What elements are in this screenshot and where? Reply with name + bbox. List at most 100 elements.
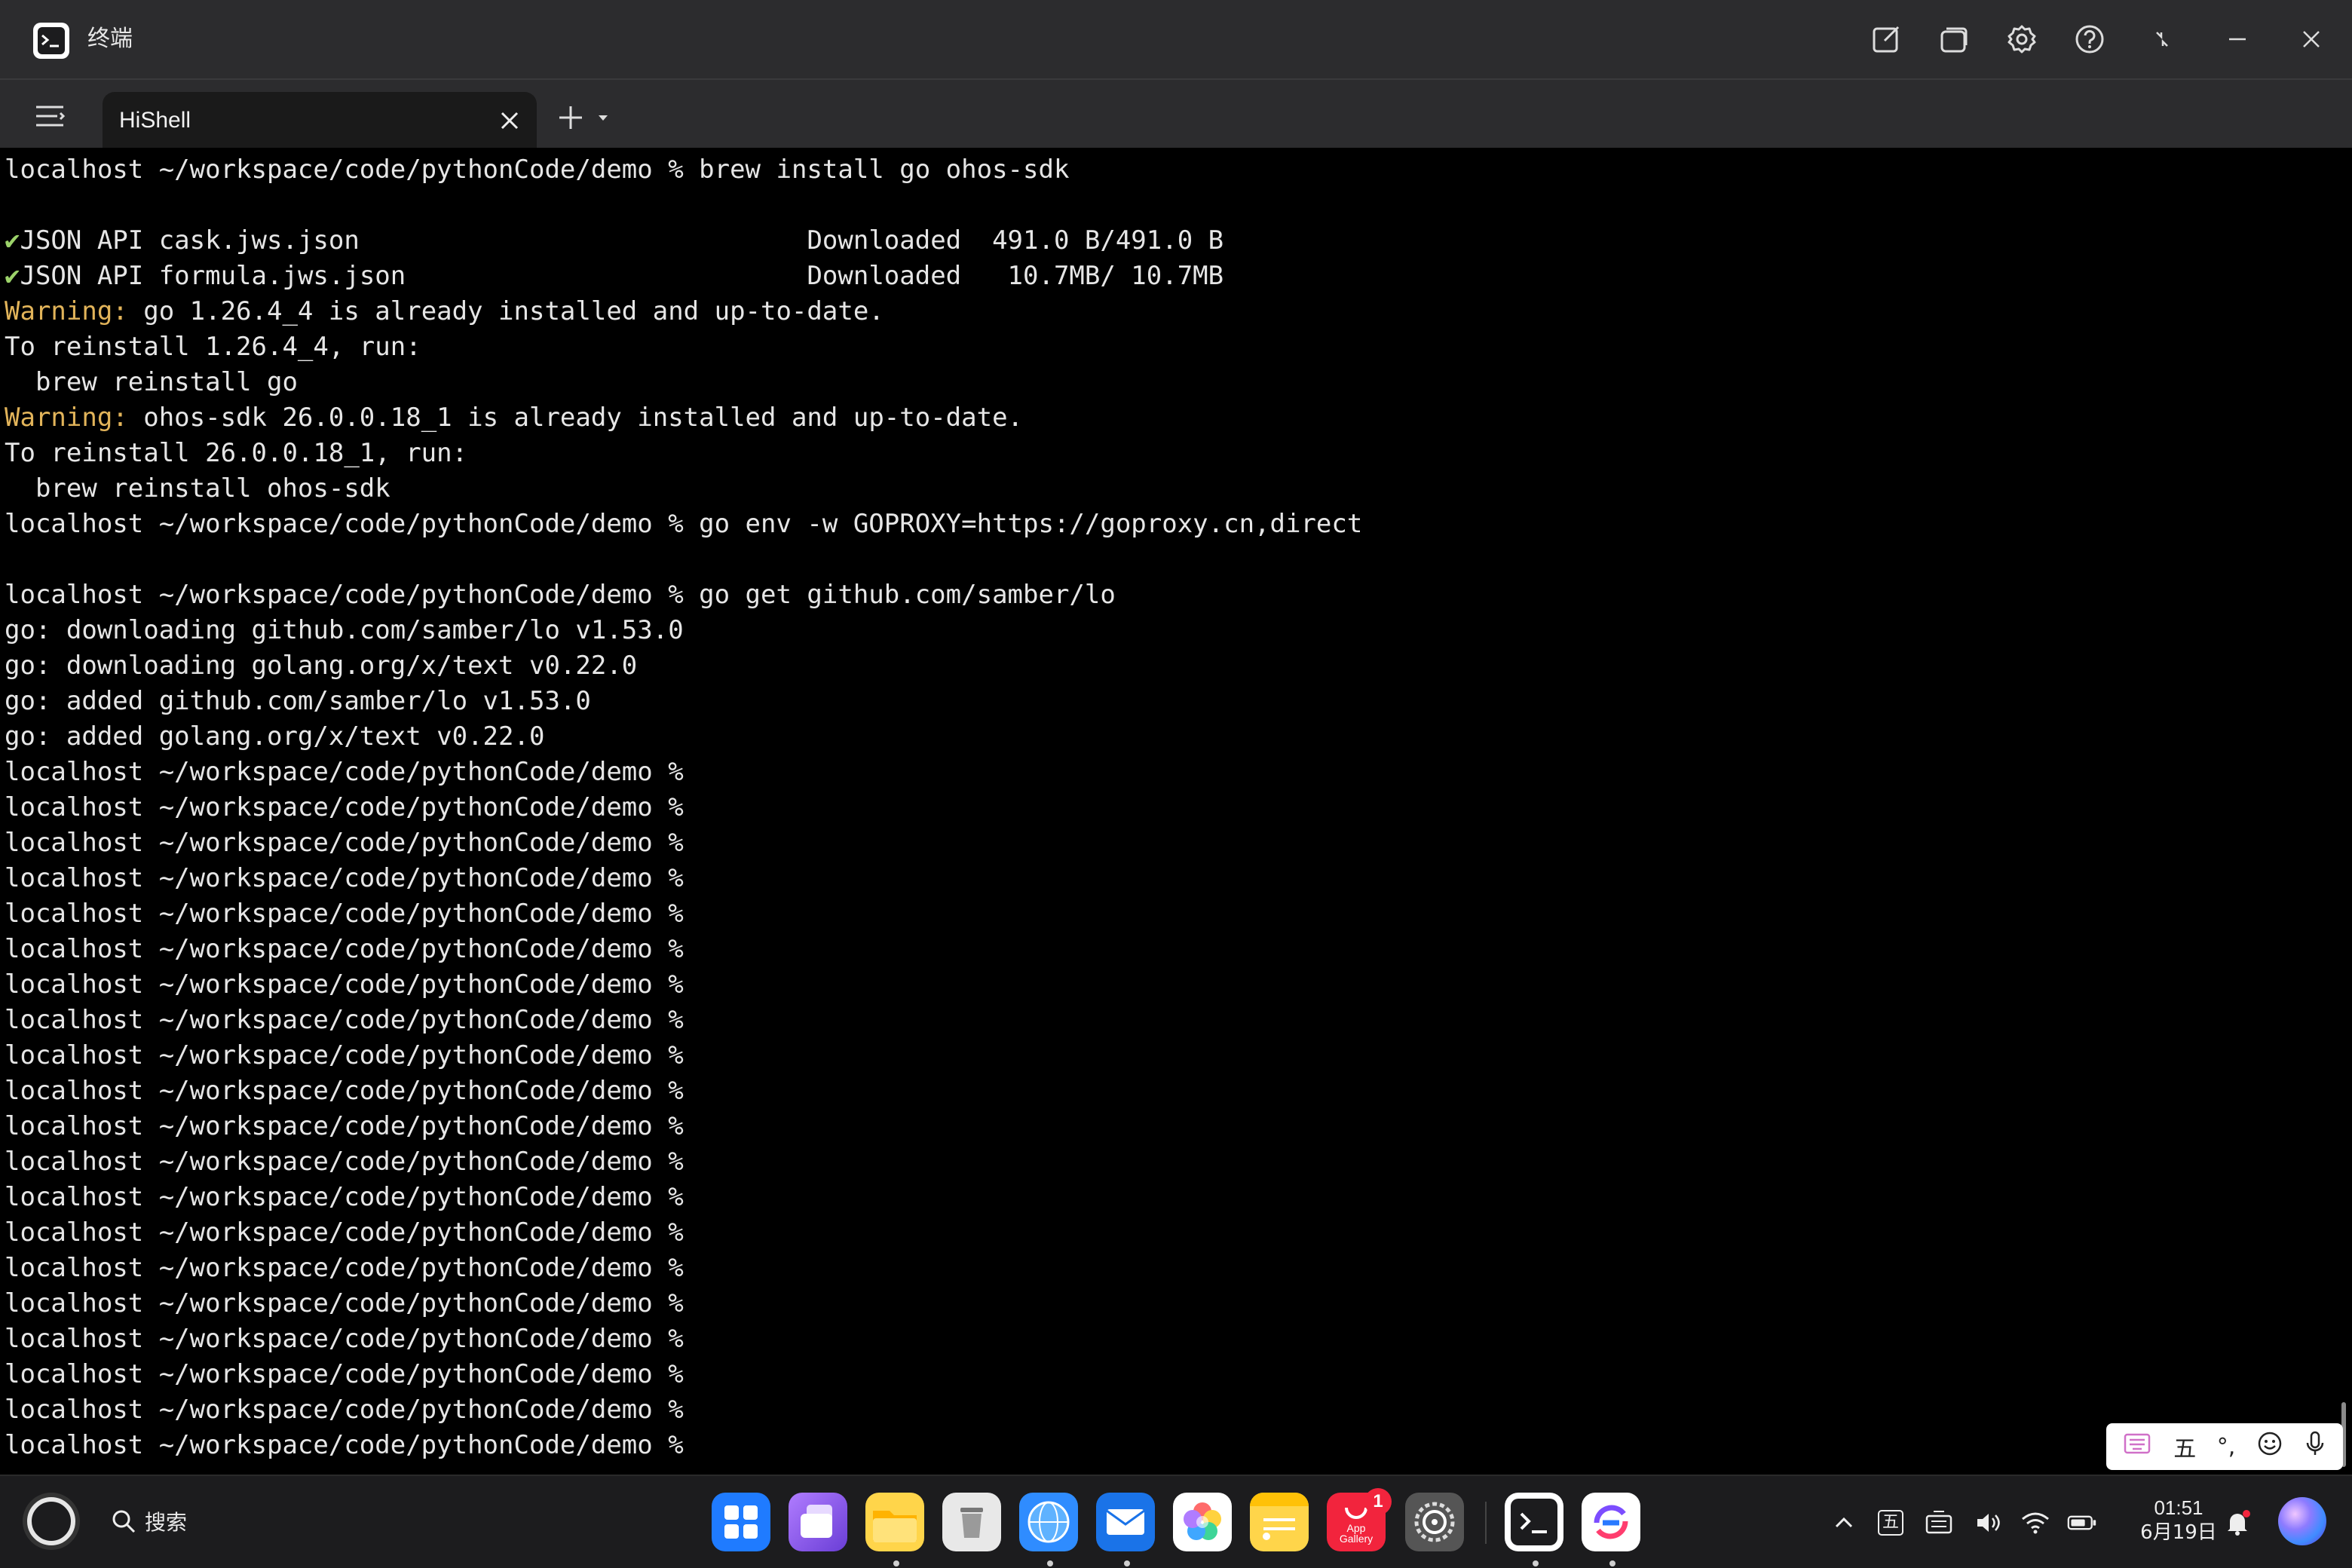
notification-bell-icon[interactable] bbox=[2222, 1508, 2252, 1538]
keyboard-icon[interactable] bbox=[1924, 1508, 1954, 1538]
terminal-line: go: downloading github.com/samber/lo v1.… bbox=[5, 613, 1362, 648]
terminal-line-text: brew reinstall ohos-sdk bbox=[5, 473, 390, 504]
terminal-line-text: localhost ~/workspace/code/pythonCode/de… bbox=[5, 1147, 684, 1177]
terminal-line-text: localhost ~/workspace/code/pythonCode/de… bbox=[5, 899, 684, 929]
terminal-line-text: go 1.26.4_4 is already installed and up-… bbox=[127, 296, 884, 326]
search-button[interactable]: 搜索 bbox=[110, 1506, 187, 1536]
tab-bar: HiShell bbox=[0, 78, 2352, 149]
terminal-output[interactable]: localhost ~/workspace/code/pythonCode/de… bbox=[0, 148, 2352, 1475]
terminal-line-text: brew reinstall go bbox=[5, 367, 298, 397]
terminal-line-text: localhost ~/workspace/code/pythonCode/de… bbox=[5, 1005, 684, 1035]
terminal-line-text: localhost ~/workspace/code/pythonCode/de… bbox=[5, 1182, 684, 1212]
devtool-icon[interactable] bbox=[1582, 1493, 1640, 1551]
terminal-line-text: localhost ~/workspace/code/pythonCode/de… bbox=[5, 1253, 684, 1283]
volume-icon[interactable] bbox=[1974, 1508, 2004, 1538]
terminal-line-text: localhost ~/workspace/code/pythonCode/de… bbox=[5, 1324, 684, 1354]
terminal-line: localhost ~/workspace/code/pythonCode/de… bbox=[5, 896, 1362, 932]
terminal-line-text: localhost ~/workspace/code/pythonCode/de… bbox=[5, 969, 684, 1000]
assistant-icon[interactable] bbox=[2278, 1497, 2326, 1545]
keyboard-toggle-icon[interactable] bbox=[2123, 1431, 2153, 1462]
system-settings-icon[interactable] bbox=[1405, 1493, 1464, 1551]
terminal-line: localhost ~/workspace/code/pythonCode/de… bbox=[5, 932, 1362, 967]
terminal-line-text: localhost ~/workspace/code/pythonCode/de… bbox=[5, 828, 684, 858]
terminal-line-text: localhost ~/workspace/code/pythonCode/de… bbox=[5, 1359, 684, 1389]
terminal-line: localhost ~/workspace/code/pythonCode/de… bbox=[5, 1109, 1362, 1144]
appgallery-label-2: Gallery bbox=[1340, 1533, 1373, 1545]
tab-label: HiShell bbox=[119, 108, 191, 133]
terminal-line: localhost ~/workspace/code/pythonCode/de… bbox=[5, 507, 1362, 542]
terminal-line: localhost ~/workspace/code/pythonCode/de… bbox=[5, 1073, 1362, 1109]
ime-mode-label[interactable]: 五 bbox=[2173, 1430, 2196, 1463]
help-icon[interactable] bbox=[2070, 20, 2109, 59]
terminal-line-text: localhost ~/workspace/code/pythonCode/de… bbox=[5, 580, 1116, 610]
running-indicator bbox=[1047, 1560, 1053, 1566]
new-tab-button[interactable] bbox=[555, 103, 615, 133]
close-window-icon[interactable] bbox=[2292, 20, 2331, 59]
files-icon[interactable] bbox=[865, 1493, 924, 1551]
terminal-line-text: go: added github.com/samber/lo v1.53.0 bbox=[5, 686, 591, 716]
terminal-line: ✔JSON API cask.jws.json Downloaded 491.0… bbox=[5, 223, 1362, 259]
terminal-line: localhost ~/workspace/code/pythonCode/de… bbox=[5, 1286, 1362, 1321]
browser-icon[interactable] bbox=[1019, 1493, 1078, 1551]
terminal-line: localhost ~/workspace/code/pythonCode/de… bbox=[5, 1251, 1362, 1286]
clock[interactable]: 01:51 6月19日 bbox=[2133, 1496, 2224, 1545]
check-icon: ✔ bbox=[5, 225, 20, 256]
search-icon bbox=[112, 1510, 136, 1533]
terminal-line: localhost ~/workspace/code/pythonCode/de… bbox=[5, 1357, 1362, 1392]
terminal-line: localhost ~/workspace/code/pythonCode/de… bbox=[5, 1038, 1362, 1073]
emoji-icon[interactable] bbox=[2256, 1430, 2283, 1463]
window-title: 终端 bbox=[87, 26, 133, 52]
terminal-line: localhost ~/workspace/code/pythonCode/de… bbox=[5, 1392, 1362, 1428]
battery-icon[interactable] bbox=[2067, 1508, 2097, 1538]
terminal-line-text: localhost ~/workspace/code/pythonCode/de… bbox=[5, 1217, 684, 1248]
close-tab-icon[interactable] bbox=[496, 107, 523, 134]
terminal-app-icon bbox=[33, 23, 69, 59]
clock-time: 01:51 bbox=[2154, 1496, 2203, 1519]
terminal-line: localhost ~/workspace/code/pythonCode/de… bbox=[5, 1003, 1362, 1038]
title-bar: 终端 bbox=[0, 0, 2352, 78]
check-icon: ✔ bbox=[5, 261, 20, 291]
wifi-icon[interactable] bbox=[2020, 1508, 2050, 1538]
start-button[interactable] bbox=[27, 1497, 75, 1545]
notes-icon[interactable] bbox=[1250, 1493, 1309, 1551]
trash-icon[interactable] bbox=[942, 1493, 1001, 1551]
terminal-dock-icon[interactable] bbox=[1505, 1493, 1563, 1551]
running-indicator bbox=[1124, 1560, 1130, 1566]
ime-punctuation-label[interactable]: °, bbox=[2217, 1434, 2236, 1460]
chevron-up-icon[interactable] bbox=[1829, 1508, 1859, 1538]
terminal-line: localhost ~/workspace/code/pythonCode/de… bbox=[5, 790, 1362, 825]
terminal-line: Warning: go 1.26.4_4 is already installe… bbox=[5, 294, 1362, 329]
terminal-line-text: go: downloading golang.org/x/text v0.22.… bbox=[5, 651, 638, 681]
running-indicator bbox=[1609, 1560, 1615, 1566]
tray-ime-icon[interactable]: 五 bbox=[1876, 1508, 1906, 1538]
minimize-icon[interactable] bbox=[2218, 20, 2257, 59]
app-launcher-icon[interactable] bbox=[712, 1493, 770, 1551]
terminal-line-text: JSON API cask.jws.json Downloaded 491.0 … bbox=[20, 225, 1224, 256]
terminal-line-text: localhost ~/workspace/code/pythonCode/de… bbox=[5, 1395, 684, 1425]
window-layout-icon[interactable] bbox=[1934, 20, 1974, 59]
terminal-line: localhost ~/workspace/code/pythonCode/de… bbox=[5, 861, 1362, 896]
menu-icon[interactable] bbox=[33, 101, 66, 131]
terminal-line: go: added golang.org/x/text v0.22.0 bbox=[5, 719, 1362, 755]
terminal-line: localhost ~/workspace/code/pythonCode/de… bbox=[5, 825, 1362, 861]
terminal-line-text: localhost ~/workspace/code/pythonCode/de… bbox=[5, 1430, 684, 1460]
terminal-line: localhost ~/workspace/code/pythonCode/de… bbox=[5, 1180, 1362, 1215]
terminal-line: localhost ~/workspace/code/pythonCode/de… bbox=[5, 967, 1362, 1003]
restore-icon[interactable] bbox=[2142, 20, 2182, 59]
microphone-icon[interactable] bbox=[2304, 1430, 2326, 1463]
terminal-lines: localhost ~/workspace/code/pythonCode/de… bbox=[5, 152, 1362, 1463]
running-indicator bbox=[893, 1560, 899, 1566]
tab-hishell[interactable]: HiShell bbox=[103, 92, 537, 149]
search-label: 搜索 bbox=[145, 1510, 188, 1535]
settings-gear-icon[interactable] bbox=[2002, 20, 2041, 59]
terminal-line: go: downloading golang.org/x/text v0.22.… bbox=[5, 648, 1362, 684]
terminal-line: localhost ~/workspace/code/pythonCode/de… bbox=[5, 755, 1362, 790]
edit-icon[interactable] bbox=[1867, 20, 1906, 59]
mail-icon[interactable] bbox=[1096, 1493, 1155, 1551]
warning-label: Warning: bbox=[5, 403, 128, 433]
terminal-line-text: ohos-sdk 26.0.0.18_1 is already installe… bbox=[127, 403, 1024, 433]
multitask-icon[interactable] bbox=[789, 1493, 847, 1551]
gallery-icon[interactable] bbox=[1173, 1493, 1232, 1551]
